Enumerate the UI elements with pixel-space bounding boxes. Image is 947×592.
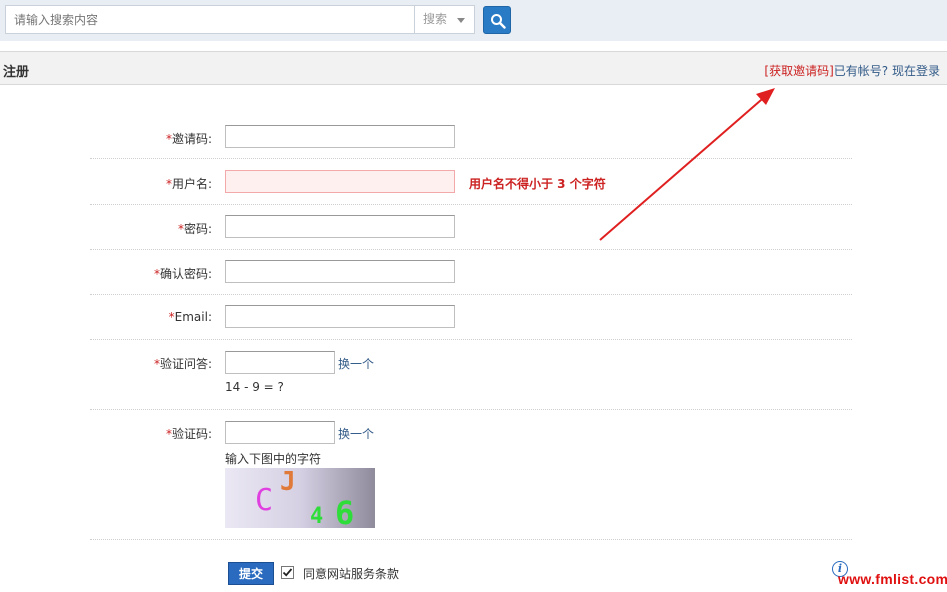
captcha-hint: 输入下图中的字符 — [225, 452, 322, 466]
top-search-bar: 搜索 — [0, 0, 947, 41]
username-input[interactable] — [225, 170, 455, 193]
captcha-char: 4 — [310, 504, 323, 528]
title-bar: 注册 [获取邀请码]已有帐号? 现在登录 — [0, 51, 947, 85]
has-account-text: 已有帐号? — [833, 64, 889, 78]
header-links: [获取邀请码]已有帐号? 现在登录 — [764, 62, 940, 79]
verify-question: 14 - 9 = ? — [225, 380, 284, 394]
username-label: *用户名: — [165, 177, 212, 191]
search-button[interactable] — [483, 6, 511, 34]
swap-captcha-link[interactable]: 换一个 — [338, 425, 374, 442]
login-link[interactable]: 现在登录 — [892, 64, 940, 78]
captcha-char: J — [280, 468, 296, 497]
verify-qa-input[interactable] — [225, 351, 335, 374]
swap-question-link[interactable]: 换一个 — [338, 355, 374, 372]
page-title: 注册 — [3, 65, 30, 80]
captcha-image[interactable]: C J 4 6 — [225, 468, 375, 528]
confirm-password-label: *确认密码: — [153, 267, 212, 281]
check-icon — [282, 568, 293, 577]
captcha-char: C — [255, 483, 273, 518]
email-row: *Email: — [90, 295, 852, 340]
agree-checkbox[interactable] — [281, 566, 294, 579]
invite-code-input[interactable] — [225, 125, 455, 148]
password-input[interactable] — [225, 215, 455, 238]
confirm-password-input[interactable] — [225, 260, 455, 283]
captcha-input[interactable] — [225, 421, 335, 444]
verify-qa-label: *验证问答: — [153, 357, 212, 371]
chevron-down-icon — [457, 18, 465, 23]
email-field[interactable] — [225, 305, 455, 328]
search-icon — [491, 14, 506, 29]
username-error: 用户名不得小于 3 个字符 — [469, 177, 606, 191]
captcha-char: 6 — [335, 494, 354, 528]
search-type-dropdown[interactable]: 搜索 — [414, 5, 475, 34]
watermark: www.fmlist.com — [838, 571, 947, 587]
search-input[interactable] — [5, 5, 415, 34]
invite-code-label: *邀请码: — [165, 132, 212, 146]
verify-qa-row: *验证问答: 换一个 14 - 9 = ? — [90, 340, 852, 410]
submit-button[interactable]: 提交 — [228, 562, 274, 585]
captcha-row: *验证码: 换一个 输入下图中的字符 C J 4 6 — [90, 410, 852, 540]
search-type-label: 搜索 — [423, 12, 448, 26]
password-label: *密码: — [177, 222, 212, 236]
email-label: *Email: — [168, 310, 212, 324]
captcha-label: *验证码: — [165, 427, 212, 441]
confirm-password-row: *确认密码: — [90, 250, 852, 295]
annotation-arrow-icon — [599, 88, 775, 241]
agree-terms-label: 同意网站服务条款 — [303, 567, 400, 581]
get-invite-code-link[interactable]: [获取邀请码] — [764, 64, 833, 78]
